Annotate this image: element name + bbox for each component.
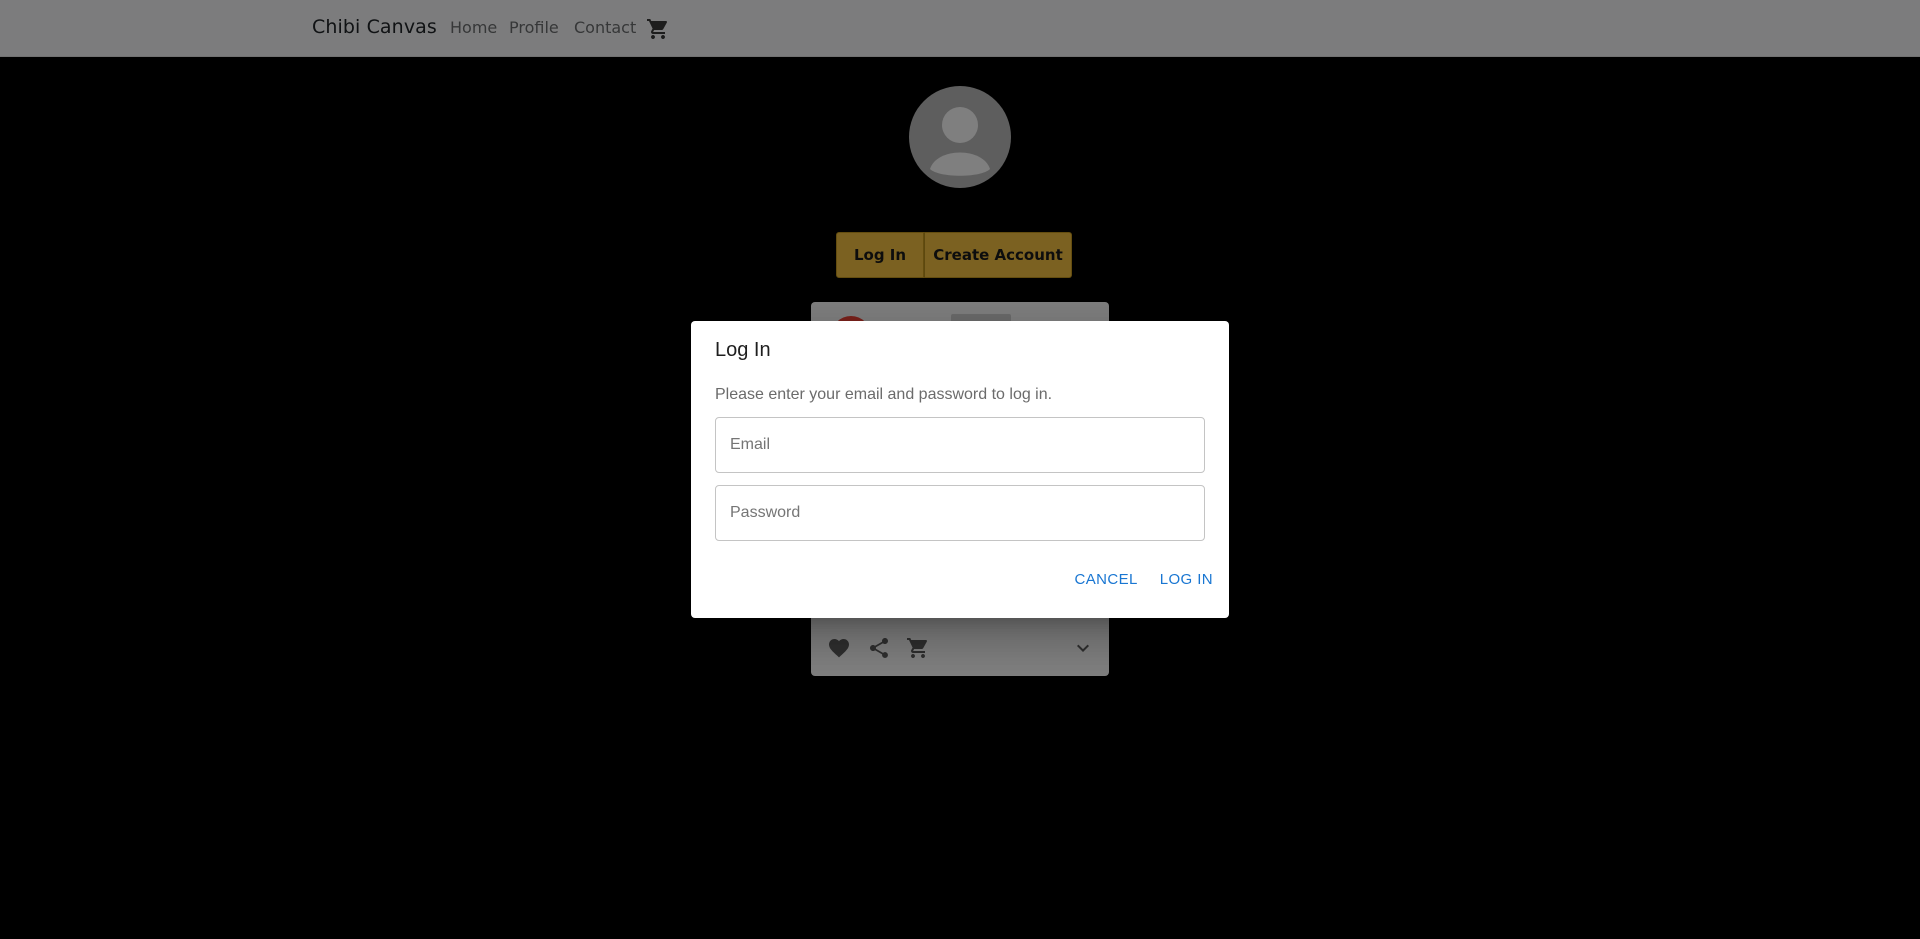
cancel-button[interactable]: CANCEL bbox=[1075, 571, 1138, 588]
password-input[interactable] bbox=[716, 486, 1204, 540]
dialog-actions: CANCEL LOG IN bbox=[1075, 571, 1214, 588]
password-field bbox=[715, 485, 1205, 541]
dialog-description: Please enter your email and password to … bbox=[715, 386, 1053, 403]
dialog-title: Log In bbox=[715, 339, 771, 361]
login-dialog: Log In Please enter your email and passw… bbox=[691, 321, 1229, 618]
email-field bbox=[715, 417, 1205, 473]
dialog-login-button[interactable]: LOG IN bbox=[1160, 571, 1213, 588]
email-input[interactable] bbox=[716, 418, 1204, 472]
